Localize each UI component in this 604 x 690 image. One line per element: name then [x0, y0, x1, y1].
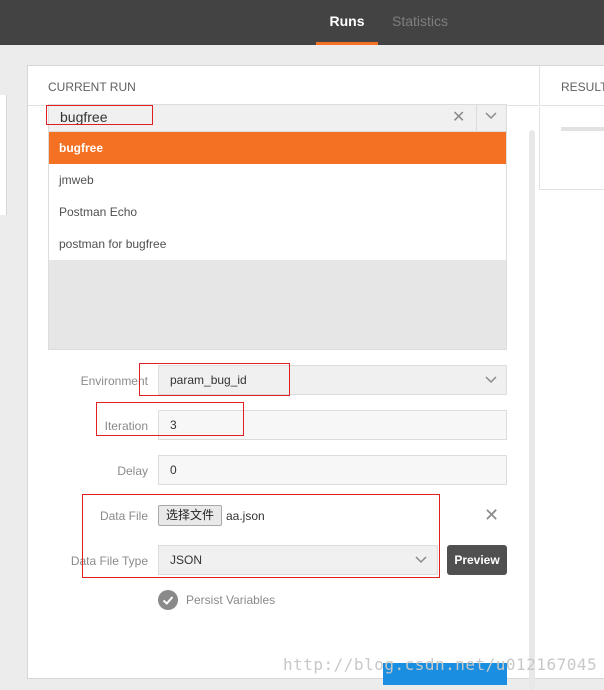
data-file-type-select[interactable]: JSON	[158, 545, 438, 575]
current-run-heading: CURRENT RUN	[28, 66, 538, 106]
results-area	[539, 107, 604, 190]
chevron-down-icon	[485, 376, 497, 384]
collection-option-postman-echo[interactable]: Postman Echo	[49, 196, 506, 228]
collection-select-value: bugfree	[60, 109, 108, 125]
watermark: http://blog.csdn.net/u012167045	[283, 655, 598, 674]
data-file-label: Data File	[99, 509, 148, 523]
environment-select[interactable]: param_bug_id	[158, 365, 507, 395]
top-navigation-bar: Runs Statistics	[0, 0, 604, 45]
close-icon[interactable]: ✕	[484, 505, 499, 526]
check-icon	[162, 596, 174, 605]
scrollbar[interactable]	[529, 130, 535, 690]
data-file-type-value: JSON	[170, 553, 203, 567]
chevron-down-icon[interactable]	[485, 112, 497, 120]
select-divider	[476, 105, 477, 131]
environment-label: Environment	[80, 374, 148, 388]
delay-input[interactable]: 0	[158, 455, 507, 485]
delay-label: Delay	[117, 464, 148, 478]
collection-option-jmweb[interactable]: jmweb	[49, 164, 506, 196]
chevron-down-icon	[415, 556, 427, 564]
collection-dropdown: bugfree jmweb Postman Echo postman for b…	[48, 132, 507, 350]
results-heading: RESULTS	[539, 66, 604, 106]
tab-runs[interactable]: Runs	[316, 0, 378, 45]
iteration-value: 3	[170, 418, 177, 432]
choose-file-button[interactable]: 选择文件	[158, 505, 222, 526]
data-file-name: aa.json	[226, 509, 265, 523]
collection-select[interactable]: bugfree ✕	[48, 104, 507, 132]
collection-option-postman-for-bugfree[interactable]: postman for bugfree	[49, 228, 506, 260]
persist-variables-label: Persist Variables	[186, 593, 276, 607]
collection-option-bugfree[interactable]: bugfree	[49, 132, 506, 164]
left-sidebar-edge	[0, 95, 7, 215]
close-icon[interactable]: ✕	[452, 107, 465, 127]
delay-value: 0	[170, 463, 177, 477]
preview-button[interactable]: Preview	[447, 545, 507, 575]
results-placeholder-bar	[561, 127, 604, 131]
tab-statistics[interactable]: Statistics	[392, 0, 448, 45]
environment-value: param_bug_id	[170, 373, 247, 387]
iteration-label: Iteration	[104, 419, 148, 433]
data-file-type-label: Data File Type	[70, 554, 148, 568]
iteration-input[interactable]: 3	[158, 410, 507, 440]
persist-variables-checkbox[interactable]	[158, 590, 178, 610]
